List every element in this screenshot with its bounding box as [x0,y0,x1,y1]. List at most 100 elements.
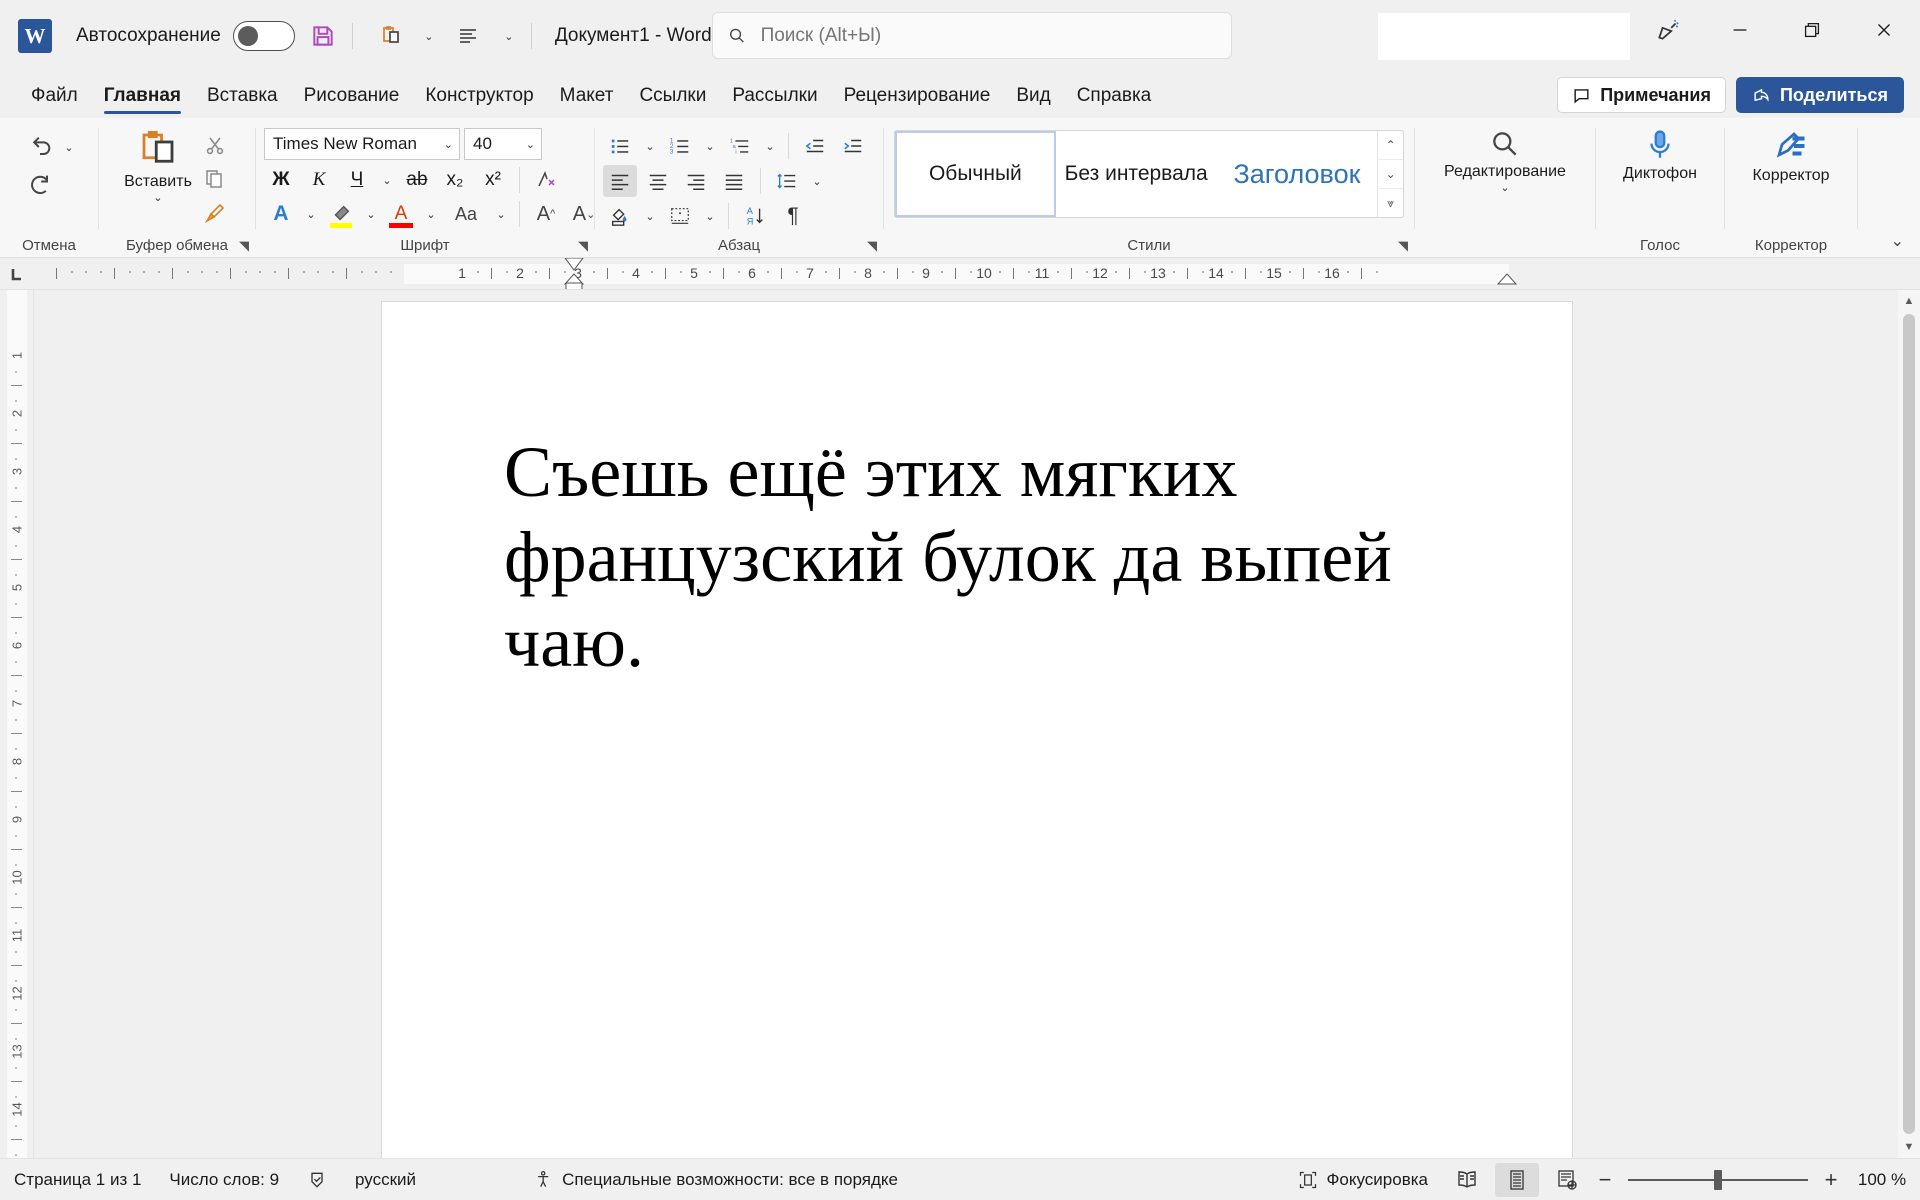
autosave-toggle[interactable] [232,21,295,51]
page-indicator[interactable]: Страница 1 из 1 [0,1159,155,1200]
document-page[interactable]: Съешь ещё этих мягких французский булок … [382,302,1572,1158]
sort-button[interactable]: АЯ [738,200,772,232]
language-indicator[interactable]: русский [341,1159,430,1200]
text-highlight-button[interactable] [324,198,358,230]
first-line-indent-marker[interactable] [563,258,585,272]
numbered-list-button[interactable]: 1 2 3 [663,130,697,162]
redo-button[interactable] [20,166,60,204]
dictate-button[interactable]: Диктофон [1600,124,1720,183]
comments-button[interactable]: Примечания [1557,77,1726,113]
zoom-out-button[interactable]: − [1592,1167,1618,1193]
paste-dropdown-chevron[interactable]: ⌄ [153,191,162,204]
tab-help[interactable]: Справка [1064,80,1165,118]
close-button[interactable] [1848,0,1920,60]
accessibility-status[interactable]: Специальные возможности: все в порядке [520,1159,912,1200]
tab-mailings[interactable]: Рассылки [719,80,830,118]
shading-chevron-down-icon[interactable]: ⌄ [641,200,659,232]
zoom-slider[interactable] [1628,1163,1808,1197]
web-layout-button[interactable] [1545,1163,1589,1197]
cut-button[interactable] [196,128,234,162]
collapse-ribbon-button[interactable]: ⌄ [1891,231,1904,251]
tab-draw[interactable]: Рисование [291,80,413,118]
zoom-level-label[interactable]: 100 % [1844,1170,1920,1190]
text-effects-button[interactable]: A [264,198,298,230]
style-item-normal[interactable]: Обычный [895,131,1056,217]
line-spacing-chevron-down-icon[interactable]: ⌄ [808,165,826,197]
bullets-chevron-down-icon[interactable]: ⌄ [641,130,659,162]
vertical-scrollbar[interactable]: ▲ ▼ [1898,290,1920,1158]
multilevel-chevron-down-icon[interactable]: ⌄ [761,130,779,162]
editing-chevron-down-icon[interactable]: ⌄ [1500,181,1509,194]
change-case-button[interactable]: Aa [444,198,488,230]
save-button[interactable] [303,16,343,56]
styles-dialog-launcher[interactable]: ◥ [1398,238,1408,254]
paste-icon[interactable] [370,16,410,56]
qat-more-icon[interactable]: ⌄ [496,16,522,56]
page-canvas[interactable]: Съешь ещё этих мягких французский булок … [34,290,1920,1158]
underline-chevron-down-icon[interactable]: ⌄ [378,164,396,196]
print-layout-button[interactable] [1495,1162,1539,1197]
change-case-chevron-down-icon[interactable]: ⌄ [492,198,510,230]
zoom-slider-thumb[interactable] [1714,1169,1722,1190]
paste-button[interactable]: Вставить ⌄ [120,124,196,204]
superscript-button[interactable]: x² [476,164,510,196]
search-box[interactable] [712,12,1232,59]
text-effects-chevron-down-icon[interactable]: ⌄ [302,198,320,230]
multilevel-list-button[interactable]: 1 a i [723,130,757,162]
scroll-up-arrow[interactable]: ▲ [1904,290,1915,312]
tab-references[interactable]: Ссылки [626,80,719,118]
styles-scroll-up-icon[interactable]: ⌃ [1378,131,1403,159]
share-button[interactable]: Поделиться [1735,77,1904,113]
bullet-list-button[interactable] [603,130,637,162]
font-size-chevron-down-icon[interactable]: ⌄ [526,138,535,151]
scroll-thumb[interactable] [1903,314,1915,1134]
minimize-button[interactable] [1704,0,1776,60]
tab-view[interactable]: Вид [1003,80,1063,118]
font-color-button[interactable]: A [384,198,418,230]
grow-font-button[interactable]: A ^ [529,198,563,230]
bold-button[interactable]: Ж [264,164,298,196]
line-spacing-button[interactable] [770,165,804,197]
left-indent-marker[interactable] [563,272,585,289]
increase-indent-button[interactable] [836,130,870,162]
underline-button[interactable]: Ч [340,164,374,196]
justify-button[interactable] [717,165,751,197]
italic-button[interactable]: К [302,164,336,196]
copy-button[interactable] [196,162,234,196]
paste-dropdown-icon[interactable]: ⌄ [418,16,440,56]
styles-scroll-down-icon[interactable]: ⌄ [1378,159,1403,188]
styles-scrollbar[interactable]: ⌃ ⌄ ⩔ [1377,131,1403,217]
format-painter-button[interactable] [196,196,234,230]
styles-more-icon[interactable]: ⩔ [1378,188,1403,217]
font-dialog-launcher[interactable]: ◥ [578,238,588,254]
style-item-no-spacing[interactable]: Без интервала [1055,131,1217,217]
quick-print-icon[interactable] [448,16,488,56]
tab-file[interactable]: Файл [18,80,91,118]
paragraph-dialog-launcher[interactable]: ◥ [867,238,877,254]
undo-button[interactable] [20,128,60,166]
shading-button[interactable] [603,200,637,232]
style-item-heading[interactable]: Заголовок [1216,131,1378,217]
numbering-chevron-down-icon[interactable]: ⌄ [701,130,719,162]
tab-layout[interactable]: Макет [547,80,627,118]
decrease-indent-button[interactable] [798,130,832,162]
tab-design[interactable]: Конструктор [412,80,546,118]
font-color-chevron-down-icon[interactable]: ⌄ [422,198,440,230]
tab-insert[interactable]: Вставка [194,80,291,118]
font-size-combobox[interactable]: 40 ⌄ [464,128,542,160]
highlight-chevron-down-icon[interactable]: ⌄ [362,198,380,230]
right-indent-marker[interactable] [1496,272,1518,286]
borders-chevron-down-icon[interactable]: ⌄ [701,200,719,232]
editor-button[interactable]: Корректор [1729,124,1853,185]
tab-review[interactable]: Рецензирование [831,80,1004,118]
font-name-chevron-down-icon[interactable]: ⌄ [444,138,453,151]
vertical-ruler[interactable]: 123456789101112131415 [0,290,34,1158]
undo-dropdown-icon[interactable]: ⌄ [60,128,78,166]
show-formatting-marks-button[interactable]: ¶ [776,200,810,232]
zoom-in-button[interactable]: + [1818,1167,1844,1193]
horizontal-ruler[interactable]: 1 2 3 4 5 6 7 8 9 10 11 12 13 14 15 16 [34,258,1920,289]
focus-mode-button[interactable]: Фокусировка [1284,1170,1442,1190]
pen-draw-icon[interactable] [1632,0,1704,60]
borders-button[interactable] [663,200,697,232]
strikethrough-button[interactable]: ab [400,164,434,196]
